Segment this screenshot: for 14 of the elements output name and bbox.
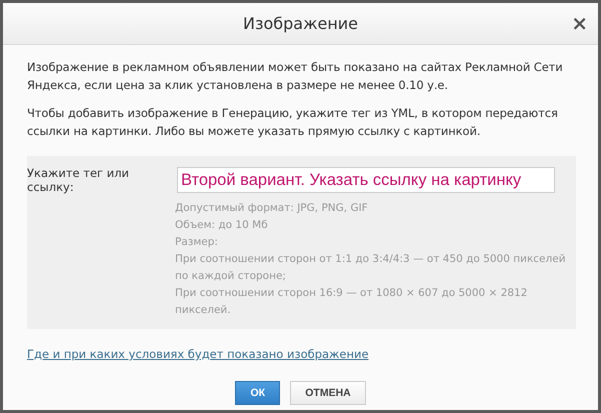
close-button[interactable]: × (571, 13, 588, 33)
field-label: Укажите тег или ссылку: (27, 166, 130, 194)
hint-text: Размер: (175, 235, 219, 250)
link-input-field[interactable]: Второй вариант. Указать ссылку на картинку (177, 167, 555, 193)
ok-button[interactable]: ОК (235, 381, 280, 405)
description-text: Чтобы добавить изображение в Генерацию, укажите тег из YML, в котором передаются ссылки на картинки. Либо вы можете указать прямую ссылку с картинкой. (27, 105, 559, 140)
cancel-button[interactable]: ОТМЕНА (290, 381, 366, 405)
description-text: Изображение в рекламном объявлении может быть показано на сайтах Рекламной Сети Яндекса, если цена за клик установлена в размере не менее 0.10 у.е. (27, 59, 564, 94)
hint-text: При соотношении сторон 16:9 — от 1080 × 607 до 5000 × 2812 пикселей. (175, 286, 528, 318)
hint-text: При соотношении сторон от 1:1 до 3:4/4:3 — от 450 до 5000 пикселей по каждой стороне; (175, 252, 567, 284)
hint-text: Допустимый формат: JPG, PNG, GIF (175, 201, 369, 216)
hint-text: Объем: до 10 Мб (175, 218, 269, 233)
dialog-title: Изображение (242, 14, 358, 33)
conditions-link[interactable]: Где и при каких условиях будет показано изображение (27, 347, 369, 361)
